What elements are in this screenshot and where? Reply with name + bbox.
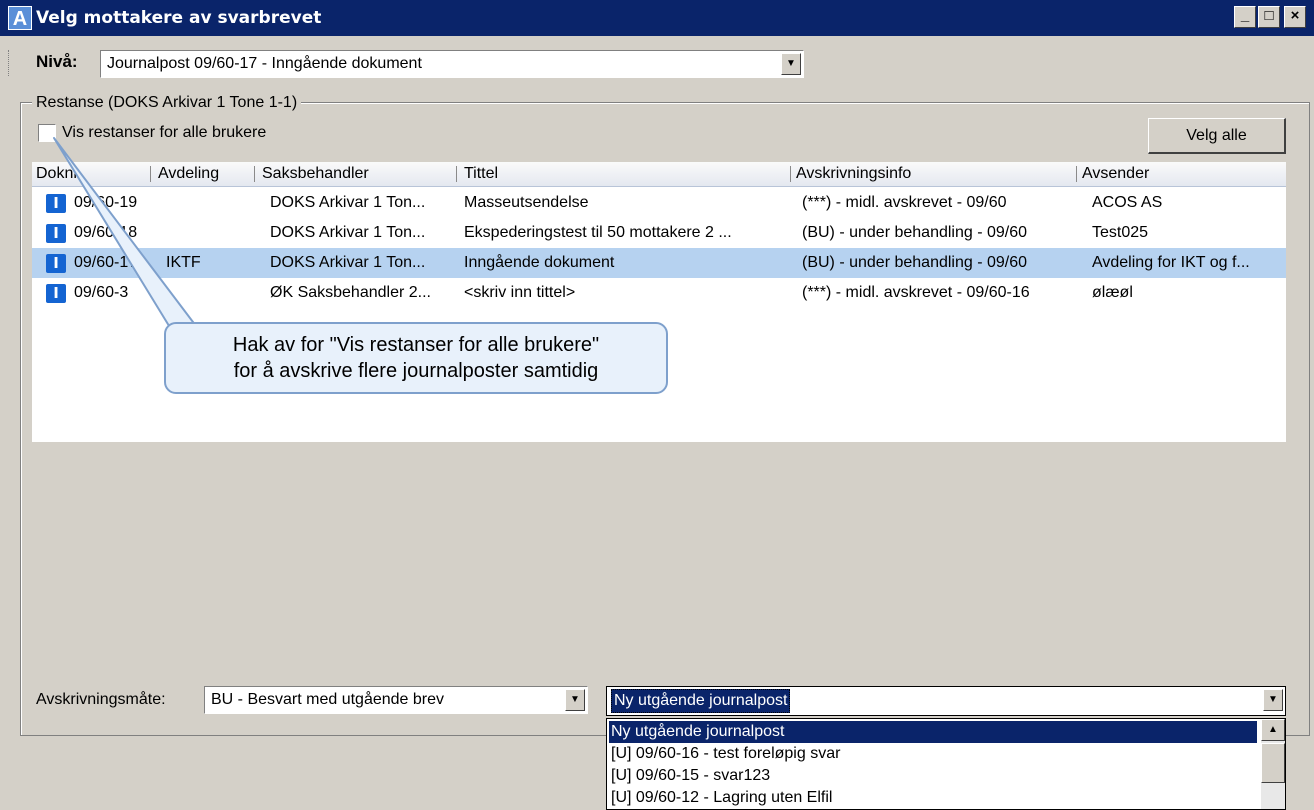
chevron-down-icon[interactable]: ▼ — [1263, 689, 1283, 711]
dropdown-option[interactable]: [U] 09/60-12 - Lagring uten Elfil — [609, 787, 1257, 809]
dropdown-option[interactable]: Ny utgående journalpost — [609, 721, 1257, 743]
avskrivningsmate-label: Avskrivningsmåte: — [36, 691, 166, 708]
avskrivningsmate-value: BU - Besvart med utgående brev — [211, 691, 445, 708]
scroll-up-icon[interactable]: ▲ — [1261, 719, 1285, 741]
target-journalpost-value: Ny utgående journalpost — [611, 689, 791, 713]
dropdown-option[interactable]: [U] 09/60-16 - test foreløpig svar — [609, 743, 1257, 765]
scroll-thumb[interactable] — [1261, 743, 1285, 783]
chevron-down-icon[interactable]: ▼ — [565, 689, 585, 711]
dropdown-option[interactable]: [U] 09/60-15 - svar123 — [609, 765, 1257, 787]
help-callout: Hak av for "Vis restanser for alle bruke… — [164, 322, 668, 394]
callout-line-2: for å avskrive flere journalposter samti… — [233, 360, 599, 382]
target-journalpost-select[interactable]: Ny utgående journalpost ▼ — [606, 686, 1286, 716]
avskrivningsmate-select[interactable]: BU - Besvart med utgående brev ▼ — [204, 686, 588, 714]
callout-line-1: Hak av for "Vis restanser for alle bruke… — [232, 334, 600, 356]
journalpost-dropdown-list[interactable]: Ny utgående journalpost [U] 09/60-16 - t… — [606, 718, 1286, 810]
dropdown-scrollbar[interactable]: ▲ — [1261, 719, 1285, 809]
